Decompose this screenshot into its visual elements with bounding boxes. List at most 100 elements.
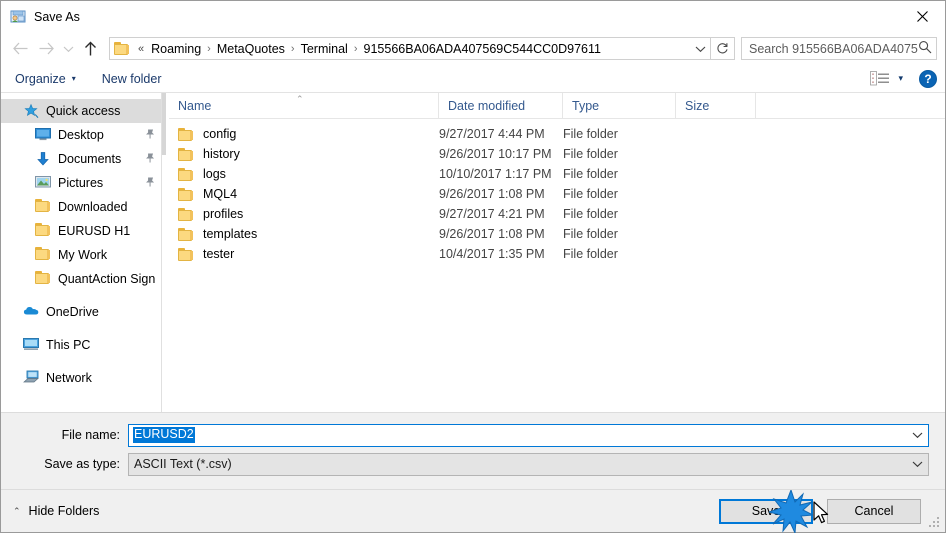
sidebar-item-this-pc[interactable]: This PC (1, 333, 161, 357)
sidebar-item-label: QuantAction Signal (58, 272, 155, 286)
recent-locations-chevron-icon[interactable] (59, 36, 77, 62)
file-name: history (203, 147, 240, 161)
file-date: 10/10/2017 1:17 PM (439, 167, 552, 181)
column-header-type[interactable]: Type (563, 93, 676, 119)
table-row[interactable]: tester 10/4/2017 1:35 PM File folder (169, 244, 945, 264)
help-button[interactable]: ? (919, 69, 937, 88)
breadcrumb-3[interactable]: 915566BA06ADA407569C544CC0D97611 (362, 42, 603, 56)
sort-ascending-icon: ⌃ (296, 94, 304, 104)
table-row[interactable]: history 9/26/2017 10:17 PM File folder (169, 144, 945, 164)
new-folder-button[interactable]: New folder (102, 72, 162, 86)
close-button[interactable] (899, 1, 945, 31)
sidebar-item-downloaded[interactable]: Downloaded (1, 195, 161, 219)
sidebar-item-label: OneDrive (46, 305, 99, 319)
column-label: Type (572, 99, 600, 113)
sidebar-item-label: EURUSD H1 (58, 224, 131, 238)
file-name-input[interactable]: EURUSD2 (128, 423, 929, 447)
save-button[interactable]: Save (719, 498, 813, 524)
address-bar[interactable]: « Roaming › MetaQuotes › Terminal › 9155… (109, 37, 711, 60)
sidebar-item-network[interactable]: Network (1, 366, 161, 390)
address-dropdown-chevron-icon[interactable] (690, 38, 710, 59)
network-icon (23, 370, 39, 386)
file-list: Name ⌃ Date modified Type Size config 9/… (169, 93, 945, 412)
table-row[interactable]: logs 10/10/2017 1:17 PM File folder (169, 164, 945, 184)
search-input[interactable]: Search 915566BA06ADA40756... (741, 37, 937, 60)
column-header-name[interactable]: Name ⌃ (169, 93, 439, 119)
file-date: 9/26/2017 1:08 PM (439, 227, 545, 241)
file-name-cell: profiles (169, 207, 439, 221)
star-pin-icon (23, 103, 39, 119)
column-header-date-modified[interactable]: Date modified (439, 93, 563, 119)
sidebar-item-my-work[interactable]: My Work (1, 243, 161, 267)
file-type: File folder (563, 227, 618, 241)
chevron-down-icon[interactable] (906, 425, 928, 446)
sidebar-item-eurusd-h1[interactable]: EURUSD H1 (1, 219, 161, 243)
view-chevron-down-icon[interactable]: ▾ (898, 73, 903, 84)
file-name-cell: MQL4 (169, 187, 439, 201)
folder-icon (178, 167, 194, 181)
address-folder-icon (114, 41, 130, 56)
refresh-icon[interactable] (711, 37, 735, 60)
title-bar: Save As (1, 1, 945, 32)
table-row[interactable]: config 9/27/2017 4:44 PM File folder (169, 124, 945, 144)
breadcrumb-overflow[interactable]: « (133, 43, 149, 55)
folder-icon (178, 207, 194, 221)
file-type-row: Save as type: ASCII Text (*.csv) (17, 452, 929, 476)
save-as-type-select[interactable]: ASCII Text (*.csv) (128, 452, 929, 476)
file-name-label: File name: (61, 428, 120, 442)
breadcrumb-0[interactable]: Roaming (149, 42, 203, 56)
folder-icon (35, 271, 51, 287)
breadcrumb-1[interactable]: MetaQuotes (215, 42, 287, 56)
file-name: tester (203, 247, 235, 261)
file-date: 9/27/2017 4:21 PM (439, 207, 545, 221)
cancel-button[interactable]: Cancel (827, 498, 921, 524)
table-row[interactable]: profiles 9/27/2017 4:21 PM File folder (169, 204, 945, 224)
file-type: File folder (563, 207, 618, 221)
file-date: 9/26/2017 10:17 PM (439, 147, 552, 161)
file-rows: config 9/27/2017 4:44 PM File folder his… (169, 119, 945, 264)
resize-grip[interactable] (929, 517, 941, 529)
file-name-cell: history (169, 147, 439, 161)
up-arrow-icon[interactable] (77, 36, 103, 62)
sidebar-item-quantaction-signal[interactable]: QuantAction Signal (1, 267, 161, 291)
sidebar-item-onedrive[interactable]: OneDrive (1, 300, 161, 324)
chevron-down-icon[interactable] (906, 454, 928, 475)
file-date: 9/27/2017 4:44 PM (439, 127, 545, 141)
sidebar-item-quick-access[interactable]: Quick access (1, 99, 161, 123)
sidebar-item-desktop[interactable]: Desktop (1, 123, 161, 147)
pin-icon[interactable] (141, 126, 159, 144)
back-arrow-icon[interactable] (7, 36, 33, 62)
file-name: config (203, 127, 237, 141)
sidebar-scrollbar[interactable] (162, 93, 169, 412)
sidebar-item-label: Documents (58, 152, 122, 166)
column-header-size[interactable]: Size (676, 93, 756, 119)
search-icon[interactable] (918, 40, 932, 57)
sidebar-item-label: Downloaded (58, 200, 128, 214)
footer-button-group: Save Cancel (719, 498, 935, 524)
pin-icon[interactable] (141, 174, 159, 192)
column-header-row: Name ⌃ Date modified Type Size (169, 93, 945, 119)
view-options-icon[interactable] (870, 70, 890, 87)
new-folder-label: New folder (101, 71, 162, 86)
table-row[interactable]: templates 9/26/2017 1:08 PM File folder (169, 224, 945, 244)
sidebar-item-label: This PC (46, 338, 91, 352)
folder-icon (178, 247, 194, 261)
onedrive-cloud-icon (23, 304, 39, 320)
file-type: File folder (563, 167, 618, 181)
column-label: Date modified (448, 99, 526, 113)
file-type: File folder (563, 247, 618, 261)
save-form: File name: EURUSD2 Save as type: ASCII T… (1, 413, 945, 489)
forward-arrow-icon[interactable] (33, 36, 59, 62)
command-toolbar: Organize ▾ New folder ▾ ? (1, 65, 945, 93)
sidebar-item-pictures[interactable]: Pictures (1, 171, 161, 195)
organize-label: Organize (15, 71, 66, 86)
save-as-type-label: Save as type: (44, 457, 120, 471)
sidebar-item-label: Quick access (46, 104, 121, 118)
sidebar-item-documents[interactable]: Documents (1, 147, 161, 171)
hide-folders-button[interactable]: ⌃ Hide Folders (13, 504, 99, 518)
file-type: File folder (563, 187, 618, 201)
table-row[interactable]: MQL4 9/26/2017 1:08 PM File folder (169, 184, 945, 204)
organize-button[interactable]: Organize ▾ (15, 72, 76, 86)
breadcrumb-2[interactable]: Terminal (299, 42, 350, 56)
pin-icon[interactable] (141, 150, 159, 168)
